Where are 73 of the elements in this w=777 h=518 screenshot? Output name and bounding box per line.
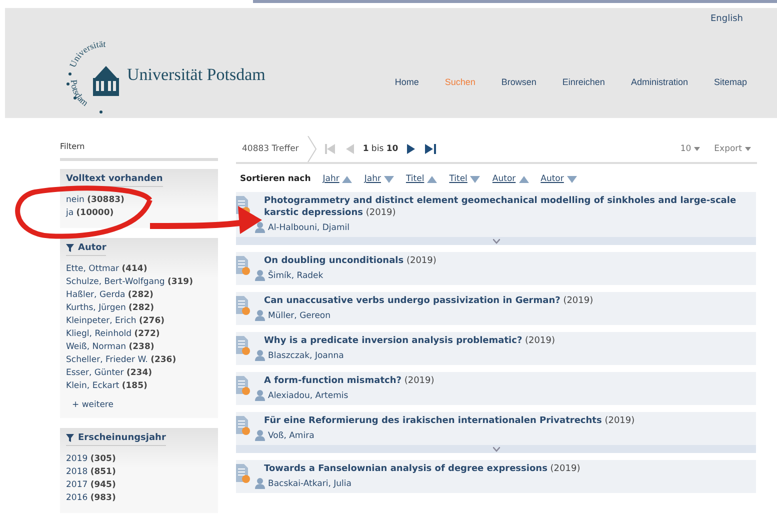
facet-link[interactable]: 2019 (305) (66, 453, 212, 466)
document-icon (236, 464, 250, 484)
facet-title: Erscheinungsjahr (78, 433, 166, 443)
document-icon (236, 256, 250, 276)
author-link[interactable]: Šimík, Radek (268, 270, 324, 280)
caret-icon (745, 147, 751, 151)
result-title[interactable]: Photogrammetry and distinct element geomechanical modelling of sinkholes and large-scale karstic depressions (2019) (264, 195, 752, 219)
result-title[interactable]: On doubling unconditionals (2019) (264, 255, 752, 267)
sort-link[interactable]: Titel (406, 174, 438, 184)
sort-link[interactable]: Autor (540, 174, 577, 184)
university-name: Universität Potsdam (127, 65, 266, 85)
facet-link[interactable]: Haßler, Gerda (282) (66, 289, 212, 302)
result-title[interactable]: A form-function mismatch? (2019) (264, 375, 752, 387)
author-link[interactable]: Al-Halbouni, Djamil (268, 222, 350, 232)
facet-link[interactable]: Kleinpeter, Erich (276) (66, 315, 212, 328)
last-page-icon[interactable] (425, 144, 436, 154)
author-link[interactable]: Bacskai-Atkari, Julia (268, 478, 352, 488)
facet-link[interactable]: Kurths, Jürgen (282) (66, 302, 212, 315)
person-icon (255, 350, 265, 361)
facet-link[interactable]: Klein, Eckart (185) (66, 380, 212, 393)
export-dropdown[interactable]: Export (714, 144, 751, 154)
expand-bar[interactable] (236, 237, 756, 245)
facet-link[interactable]: Schulze, Bert-Wolfgang (319) (66, 276, 212, 289)
document-icon (236, 416, 250, 436)
person-icon (255, 310, 265, 321)
sort-label: Sortieren nach (240, 174, 311, 184)
facet-link[interactable]: 2018 (851) (66, 466, 212, 479)
hit-count: 40883 Treffer (242, 144, 299, 154)
caret-icon (694, 147, 700, 151)
facet-link[interactable]: ja (10000) (66, 207, 212, 220)
person-icon (255, 222, 265, 233)
result-title[interactable]: Can unaccusative verbs undergo passivization in German? (2019) (264, 295, 752, 307)
facet-link[interactable]: Esser, Günter (234) (66, 367, 212, 380)
author-link[interactable]: Voß, Amira (268, 430, 314, 440)
filter-heading: Filtern (60, 136, 218, 161)
facet-link[interactable]: 2016 (983) (66, 492, 212, 505)
document-icon (236, 336, 250, 356)
facet-title: Volltext vorhanden (66, 174, 163, 184)
nav-link[interactable]: Einreichen (562, 77, 605, 87)
result-title[interactable]: Für eine Reformierung des irakischen internationalen Privatrechts (2019) (264, 415, 752, 427)
expand-bar[interactable] (236, 445, 756, 453)
document-icon (236, 376, 250, 396)
nav-link[interactable]: Administration (630, 77, 688, 87)
language-link[interactable]: English (710, 14, 743, 24)
author-link[interactable]: Blaszczak, Joanna (268, 350, 344, 360)
facet-link[interactable]: nein (30883) (66, 194, 212, 207)
per-page-dropdown[interactable]: 10 (680, 144, 700, 154)
document-icon (236, 296, 250, 316)
sort-link[interactable]: Autor (492, 174, 529, 184)
nav-link[interactable]: Home (394, 77, 419, 87)
facet-title: Autor (78, 243, 106, 253)
person-icon (255, 478, 265, 489)
page-range: 1 bis 10 (362, 144, 398, 154)
nav-link[interactable]: Browsen (501, 77, 536, 87)
person-icon (255, 270, 265, 281)
next-page-icon[interactable] (406, 144, 418, 154)
breadcrumb-chevron-icon (306, 136, 317, 162)
author-link[interactable]: Müller, Gereon (268, 310, 331, 320)
author-link[interactable]: Alexiadou, Artemis (268, 390, 348, 400)
sort-link[interactable]: Jahr (322, 174, 352, 184)
result-title[interactable]: Why is a predicate inversion analysis problematic? (2019) (264, 335, 752, 347)
sort-link[interactable]: Titel (449, 174, 480, 184)
more-link[interactable]: + weitere (72, 400, 212, 410)
facet-link[interactable]: Ette, Ottmar (414) (66, 263, 212, 276)
facet-link[interactable]: Kliegl, Reinhold (272) (66, 328, 212, 341)
nav-link[interactable]: Sitemap (714, 77, 747, 87)
result-title[interactable]: Towards a Fanselownian analysis of degree expressions (2019) (264, 463, 752, 475)
facet-link[interactable]: Scheller, Frieder W. (236) (66, 354, 212, 367)
person-icon (255, 430, 265, 441)
facet-link[interactable]: 2017 (945) (66, 479, 212, 492)
person-icon (255, 390, 265, 401)
sort-link[interactable]: Jahr (364, 174, 394, 184)
facet-link[interactable]: Weiß, Norman (238) (66, 341, 212, 354)
